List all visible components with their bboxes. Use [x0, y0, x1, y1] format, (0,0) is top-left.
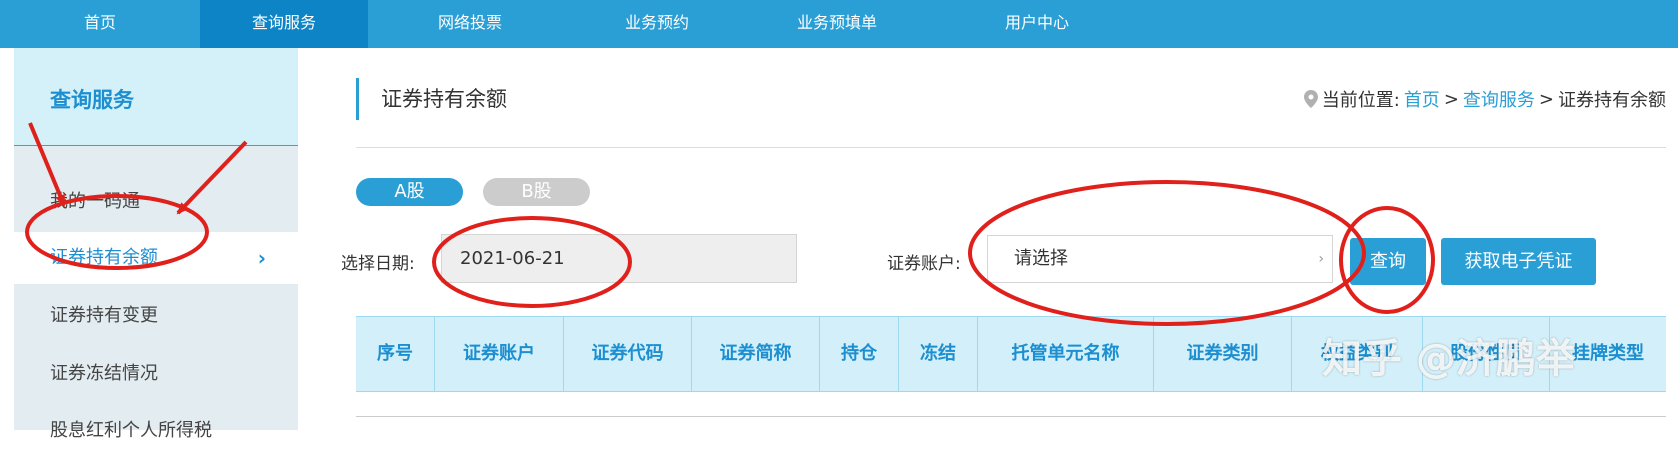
annotation-circle-query — [1339, 206, 1435, 314]
annotation-arrow — [28, 122, 66, 207]
annotation-arrow — [176, 140, 248, 215]
annotation-overlay — [25, 122, 1435, 326]
annotation-circle-sidebar — [25, 194, 209, 270]
annotation-circle-date — [432, 216, 632, 308]
annotation-circle-account — [968, 180, 1366, 326]
